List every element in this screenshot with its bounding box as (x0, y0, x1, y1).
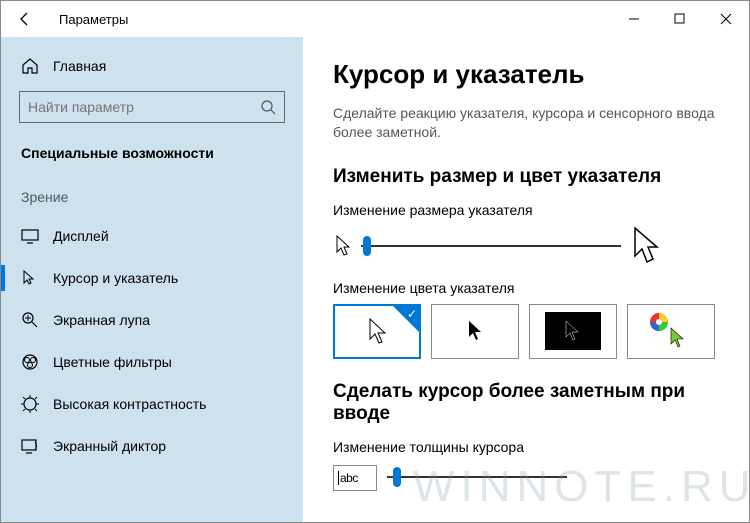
search-input-container[interactable] (19, 91, 285, 123)
group-header: Зрение (1, 179, 303, 215)
magnifier-icon (21, 311, 39, 329)
pointer-color-white[interactable]: ✓ (333, 304, 421, 359)
slider-thumb[interactable] (363, 236, 371, 256)
pointer-large-icon (629, 226, 663, 266)
pointer-size-slider[interactable] (361, 245, 621, 247)
nav-item-label: Цветные фильтры (53, 354, 172, 370)
minimize-button[interactable] (611, 1, 657, 37)
back-button[interactable] (9, 3, 41, 35)
home-icon (21, 57, 39, 75)
high-contrast-icon (21, 395, 39, 413)
nav-item-label: Курсор и указатель (53, 270, 178, 286)
nav-item-label: Экранный диктор (53, 438, 166, 454)
pointer-size-label: Изменение размера указателя (333, 202, 729, 218)
pointer-preview-icon (466, 320, 484, 342)
narrator-icon (21, 437, 39, 455)
search-input[interactable] (28, 99, 260, 115)
slider-thumb[interactable] (393, 467, 401, 487)
cursor-thickness-slider[interactable] (387, 476, 567, 478)
nav-narrator[interactable]: Экранный диктор (1, 425, 303, 467)
maximize-button[interactable] (657, 1, 703, 37)
nav-item-label: Дисплей (53, 228, 109, 244)
check-icon: ✓ (407, 307, 417, 321)
arrow-left-icon (17, 11, 33, 27)
cursor-thickness-label: Изменение толщины курсора (333, 439, 729, 455)
nav-display[interactable]: Дисплей (1, 215, 303, 257)
pointer-section-heading: Изменить размер и цвет указателя (333, 166, 729, 188)
pointer-preview-icon (563, 320, 581, 342)
display-icon (21, 227, 39, 245)
window-title: Параметры (59, 12, 128, 27)
color-wheel-icon (648, 311, 670, 333)
nav-magnifier[interactable]: Экранная лупа (1, 299, 303, 341)
maximize-icon (674, 13, 686, 25)
home-nav[interactable]: Главная (1, 51, 303, 87)
pointer-preview-icon (668, 327, 686, 349)
cursor-preview: abc (333, 465, 377, 491)
nav-color-filters[interactable]: Цветные фильтры (1, 341, 303, 383)
pointer-small-icon (333, 234, 353, 258)
close-button[interactable] (703, 1, 749, 37)
pointer-color-black[interactable] (431, 304, 519, 359)
pointer-preview-icon (366, 317, 388, 345)
nav-item-label: Высокая контрастность (53, 396, 206, 412)
current-category: Специальные возможности (1, 139, 303, 179)
cursor-section-heading: Сделать курсор более заметным при вводе (333, 381, 729, 425)
search-icon (260, 99, 276, 115)
color-filters-icon (21, 353, 39, 371)
cursor-pointer-icon (21, 269, 39, 287)
close-icon (720, 13, 732, 25)
nav-cursor-pointer[interactable]: Курсор и указатель (1, 257, 303, 299)
pointer-color-inverted[interactable] (529, 304, 617, 359)
page-title: Курсор и указатель (333, 59, 729, 90)
home-label: Главная (53, 58, 106, 74)
nav-high-contrast[interactable]: Высокая контрастность (1, 383, 303, 425)
pointer-color-custom[interactable] (627, 304, 715, 359)
pointer-color-label: Изменение цвета указателя (333, 280, 729, 296)
minimize-icon (628, 13, 640, 25)
page-description: Сделайте реакцию указателя, курсора и се… (333, 104, 729, 142)
nav-item-label: Экранная лупа (53, 312, 150, 328)
